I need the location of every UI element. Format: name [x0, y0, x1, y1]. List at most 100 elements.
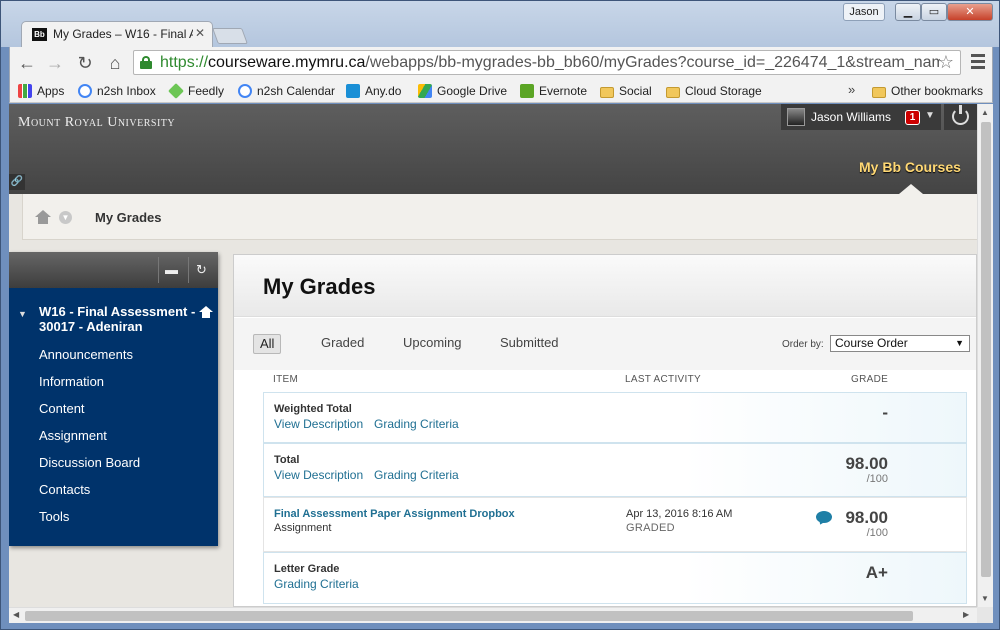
- user-menu[interactable]: Jason Williams 1 ▼: [781, 104, 941, 130]
- bookmark-evernote[interactable]: Evernote: [520, 83, 587, 99]
- blackboard-header: Mount Royal University Jason Williams 1 …: [9, 104, 977, 194]
- order-by-select[interactable]: Course Order ▼: [830, 335, 970, 352]
- tab-close-icon[interactable]: ✕: [195, 26, 205, 40]
- menu-item-information[interactable]: Information: [39, 374, 209, 389]
- bookmark-feedly[interactable]: Feedly: [168, 83, 224, 99]
- menu-item-content[interactable]: Content: [39, 401, 209, 416]
- breadcrumb-menu-icon[interactable]: ▼: [59, 211, 72, 224]
- grading-criteria-link[interactable]: Grading Criteria: [374, 468, 459, 482]
- menu-item-discussion-board[interactable]: Discussion Board: [39, 455, 209, 470]
- page-title: My Grades: [263, 274, 376, 299]
- vertical-scroll-thumb[interactable]: [981, 122, 991, 577]
- row-status: GRADED: [626, 522, 675, 534]
- url-text[interactable]: https://courseware.mymru.ca/webapps/bb-m…: [160, 54, 940, 72]
- scroll-left-arrow-icon[interactable]: ◀: [13, 610, 19, 619]
- breadcrumb-home-icon[interactable]: [35, 210, 51, 224]
- maximize-button[interactable]: ▭: [921, 3, 947, 21]
- bookmarks-overflow-chevron-icon[interactable]: »: [848, 82, 855, 97]
- bookmark-google-drive[interactable]: Google Drive: [418, 83, 507, 99]
- google-icon: [238, 84, 252, 98]
- row-grade: A+: [865, 563, 888, 582]
- browser-menu-icon[interactable]: [968, 51, 988, 73]
- bookmark-anydo[interactable]: Any.do: [346, 83, 401, 99]
- breadcrumb: ▼ My Grades: [22, 194, 977, 240]
- reload-icon[interactable]: ↻: [73, 51, 97, 75]
- bookmark-folder-social[interactable]: Social: [600, 83, 652, 99]
- column-header-item: ITEM: [273, 374, 299, 385]
- filter-all[interactable]: All: [253, 334, 282, 354]
- horizontal-scrollbar[interactable]: ◀ ▶: [9, 607, 977, 623]
- horizontal-scroll-thumb[interactable]: [25, 611, 913, 621]
- notification-badge[interactable]: 1: [905, 110, 920, 125]
- new-tab-button[interactable]: [212, 28, 248, 44]
- refresh-icon[interactable]: ↻: [188, 257, 214, 283]
- lock-icon[interactable]: [140, 56, 152, 69]
- menu-item-tools[interactable]: Tools: [39, 509, 209, 524]
- course-menu: ▬ ↻ ▼ W16 - Final Assessment - 30017 - A…: [9, 252, 218, 546]
- logout-button[interactable]: [944, 104, 977, 130]
- browser-window: Bb My Grades – W16 - Final A ✕ Jason ▁ ▭…: [0, 0, 1000, 630]
- scroll-down-arrow-icon[interactable]: ▼: [981, 594, 989, 603]
- row-grade-out-of: /100: [866, 473, 888, 485]
- bookmark-apps[interactable]: Apps: [18, 83, 64, 99]
- folder-icon: [666, 87, 680, 98]
- caret-down-icon[interactable]: ▼: [925, 110, 935, 121]
- bookmark-other-bookmarks[interactable]: Other bookmarks: [872, 83, 983, 99]
- browser-toolbar: ← → ↻ ⌂ https://courseware.mymru.ca/weba…: [9, 47, 993, 79]
- url-scheme: https://: [160, 54, 209, 71]
- row-item-name: Total: [274, 454, 300, 466]
- filter-submitted[interactable]: Submitted: [500, 334, 559, 354]
- row-item-name: Letter Grade: [274, 563, 340, 575]
- minimize-button[interactable]: ▁: [895, 3, 921, 21]
- bookmarks-bar: Apps n2sh Inbox Feedly n2sh Calendar Any…: [9, 79, 993, 103]
- filter-upcoming[interactable]: Upcoming: [403, 334, 462, 354]
- folder-view-icon[interactable]: ▬: [158, 257, 184, 283]
- row-last-activity: Apr 13, 2016 8:16 AM: [626, 508, 733, 520]
- grading-criteria-link[interactable]: Grading Criteria: [374, 417, 459, 431]
- row-grade: 98.00: [845, 508, 888, 527]
- bookmark-folder-cloud-storage[interactable]: Cloud Storage: [666, 83, 762, 99]
- back-arrow-icon[interactable]: ←: [15, 51, 39, 75]
- view-description-link[interactable]: View Description: [274, 468, 363, 482]
- order-by-label: Order by:: [782, 339, 824, 350]
- close-window-button[interactable]: ✕: [947, 3, 993, 21]
- row-grade: 98.00: [845, 454, 888, 473]
- course-menu-header: ▬ ↻: [9, 252, 218, 288]
- home-icon[interactable]: ⌂: [103, 51, 127, 75]
- bookmark-star-icon[interactable]: ☆: [938, 52, 954, 73]
- scroll-right-arrow-icon[interactable]: ▶: [963, 610, 969, 619]
- scroll-up-arrow-icon[interactable]: ▲: [981, 108, 989, 117]
- collapse-caret-icon[interactable]: ▼: [18, 309, 27, 319]
- browser-tab[interactable]: Bb My Grades – W16 - Final A ✕: [21, 21, 213, 47]
- forward-arrow-icon[interactable]: →: [43, 51, 67, 75]
- google-icon: [78, 84, 92, 98]
- column-header-last-activity: LAST ACTIVITY: [625, 374, 701, 385]
- grade-row-total: Total View Description Grading Criteria …: [263, 443, 967, 497]
- menu-item-contacts[interactable]: Contacts: [39, 482, 209, 497]
- vertical-scrollbar[interactable]: ▲ ▼: [977, 104, 993, 607]
- university-brand[interactable]: Mount Royal University: [18, 115, 175, 131]
- menu-item-announcements[interactable]: Announcements: [39, 347, 209, 362]
- grades-panel: My Grades All Graded Upcoming Submitted …: [233, 254, 977, 607]
- breadcrumb-current: My Grades: [95, 210, 162, 225]
- link-icon[interactable]: 🔗: [9, 174, 25, 190]
- profile-badge[interactable]: Jason: [843, 3, 885, 21]
- filter-graded[interactable]: Graded: [321, 334, 364, 354]
- assignment-link[interactable]: Final Assessment Paper Assignment Dropbo…: [274, 508, 515, 520]
- course-home-icon[interactable]: [199, 306, 213, 318]
- bookmark-n2sh-inbox[interactable]: n2sh Inbox: [78, 83, 156, 99]
- row-grade-out-of: /100: [866, 527, 888, 539]
- feedly-icon: [168, 83, 184, 99]
- comment-icon[interactable]: [816, 511, 832, 523]
- view-description-link[interactable]: View Description: [274, 417, 363, 431]
- grading-criteria-link[interactable]: Grading Criteria: [274, 577, 359, 591]
- tab-my-bb-courses[interactable]: My Bb Courses: [859, 159, 961, 175]
- address-bar[interactable]: https://courseware.mymru.ca/webapps/bb-m…: [133, 50, 961, 75]
- url-path: /webapps/bb-mygrades-bb_bb60/myGrades?co…: [365, 54, 940, 71]
- grades-header: My Grades: [234, 255, 976, 317]
- bookmark-n2sh-calendar[interactable]: n2sh Calendar: [238, 83, 335, 99]
- course-title[interactable]: W16 - Final Assessment - 30017 - Adenira…: [39, 304, 199, 334]
- menu-item-assignment[interactable]: Assignment: [39, 428, 209, 443]
- folder-icon: [600, 87, 614, 98]
- apps-grid-icon: [18, 84, 32, 98]
